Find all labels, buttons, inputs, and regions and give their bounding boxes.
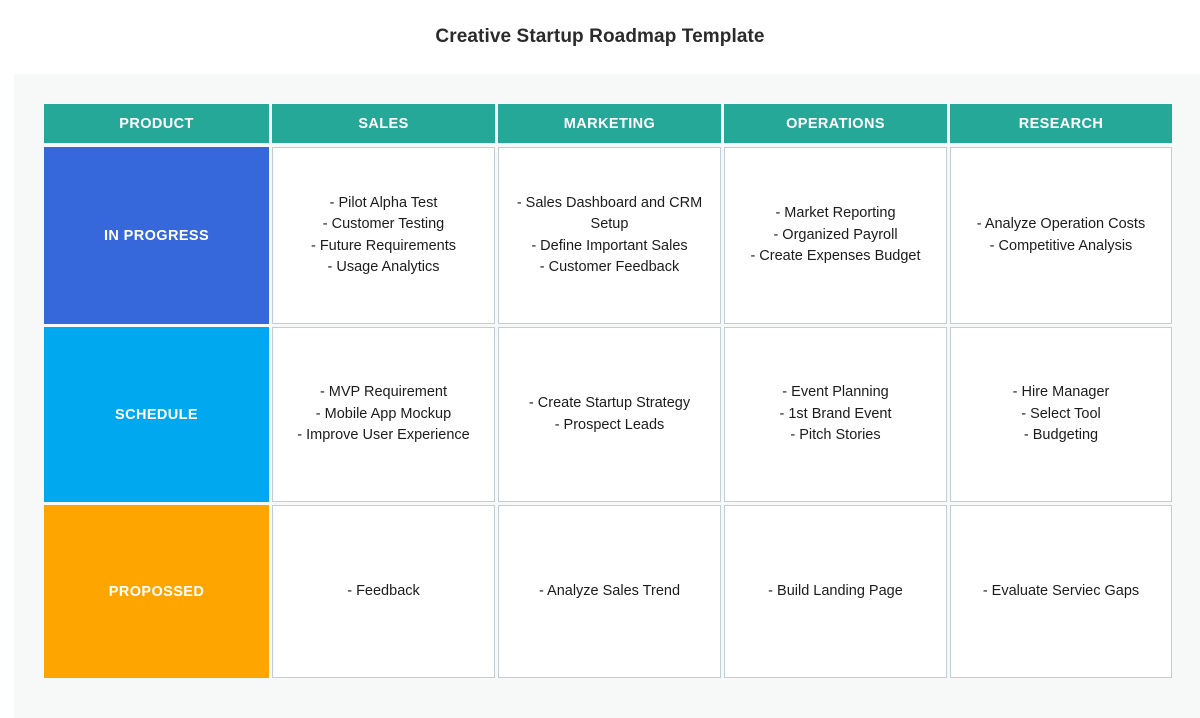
cell-line: - Hire Manager: [1012, 384, 1110, 401]
table-cell-schedule-operations[interactable]: - Event Planning - 1st Brand Event - Pitch…: [724, 327, 947, 502]
cell-line: - Customer Testing: [322, 216, 445, 233]
status-label-schedule[interactable]: SCHEDULE: [44, 327, 269, 502]
cell-line: - Pitch Stories: [790, 427, 881, 444]
cell-line: - Prospect Leads: [554, 416, 665, 433]
roadmap-panel: PRODUCT SALES MARKETING OPERATIONS RESEA…: [14, 74, 1200, 718]
table-cell-schedule-sales[interactable]: - MVP Requirement - Mobile App Mockup - Im…: [272, 327, 495, 502]
cell-line: - Sales Dashboard and CRM Setup: [516, 194, 703, 233]
cell-line: - Analyze Operation Costs: [976, 216, 1146, 233]
table-cell-in-progress-operations[interactable]: - Market Reporting - Organized Payroll - C…: [724, 147, 947, 324]
cell-line: - Define Important Sales: [531, 237, 688, 254]
cell-content: - Analyze Operation Costs - Competitive A…: [977, 214, 1145, 257]
cell-line: - Analyze Sales Trend: [538, 582, 681, 599]
cell-line: - Competitive Analysis: [989, 237, 1133, 254]
cell-line: - Pilot Alpha Test: [329, 194, 438, 211]
cell-content: - Pilot Alpha Test - Customer Testing - Fu…: [311, 193, 456, 279]
cell-content: - Sales Dashboard and CRM Setup - Define …: [507, 193, 712, 279]
cell-content: - Evaluate Serviec Gaps: [983, 581, 1139, 602]
cell-content: - Hire Manager - Select Tool - Budgeting: [1013, 382, 1110, 446]
cell-line: - MVP Requirement: [319, 384, 448, 401]
cell-content: - Create Startup Strategy - Prospect Lead…: [529, 393, 690, 436]
table-cell-propossed-operations[interactable]: - Build Landing Page: [724, 505, 947, 678]
cell-content: - Market Reporting - Organized Payroll - C…: [750, 203, 920, 267]
cell-line: - Organized Payroll: [773, 226, 898, 243]
cell-content: - Analyze Sales Trend: [539, 581, 680, 602]
column-header-sales[interactable]: SALES: [272, 104, 495, 143]
table-cell-propossed-research[interactable]: - Evaluate Serviec Gaps: [950, 505, 1172, 678]
status-label-propossed[interactable]: PROPOSSED: [44, 505, 269, 678]
cell-content: - Event Planning - 1st Brand Event - Pitch…: [779, 382, 891, 446]
column-header-operations[interactable]: OPERATIONS: [724, 104, 947, 143]
table-cell-schedule-research[interactable]: - Hire Manager - Select Tool - Budgeting: [950, 327, 1172, 502]
cell-line: - Feedback: [347, 582, 420, 599]
page-title: Creative Startup Roadmap Template: [0, 0, 1200, 74]
cell-line: - Customer Feedback: [539, 258, 680, 275]
cell-content: - Feedback: [347, 581, 420, 602]
column-header-product[interactable]: PRODUCT: [44, 104, 269, 143]
table-cell-schedule-marketing[interactable]: - Create Startup Strategy - Prospect Lead…: [498, 327, 721, 502]
cell-line: - Future Requirements: [310, 237, 457, 254]
cell-line: - Build Landing Page: [768, 582, 903, 599]
table-cell-in-progress-sales[interactable]: - Pilot Alpha Test - Customer Testing - Fu…: [272, 147, 495, 324]
cell-content: - MVP Requirement - Mobile App Mockup - Im…: [297, 382, 469, 446]
table-cell-propossed-sales[interactable]: - Feedback: [272, 505, 495, 678]
cell-line: - 1st Brand Event: [779, 405, 892, 422]
cell-line: - Mobile App Mockup: [315, 405, 452, 422]
cell-line: - Usage Analytics: [327, 258, 440, 275]
cell-line: - Select Tool: [1021, 405, 1101, 422]
table-cell-in-progress-marketing[interactable]: - Sales Dashboard and CRM Setup - Define …: [498, 147, 721, 324]
cell-line: - Evaluate Serviec Gaps: [982, 582, 1140, 599]
cell-line: - Create Startup Strategy: [528, 395, 691, 412]
cell-line: - Budgeting: [1023, 427, 1099, 444]
cell-line: - Event Planning: [782, 384, 889, 401]
roadmap-table: PRODUCT SALES MARKETING OPERATIONS RESEA…: [44, 104, 1172, 688]
table-cell-in-progress-research[interactable]: - Analyze Operation Costs - Competitive A…: [950, 147, 1172, 324]
cell-line: - Create Expenses Budget: [750, 248, 921, 265]
cell-line: - Improve User Experience: [297, 427, 470, 444]
cell-content: - Build Landing Page: [768, 581, 903, 602]
status-label-in-progress[interactable]: IN PROGRESS: [44, 147, 269, 324]
column-header-research[interactable]: RESEARCH: [950, 104, 1172, 143]
column-header-marketing[interactable]: MARKETING: [498, 104, 721, 143]
cell-line: - Market Reporting: [775, 205, 896, 222]
table-cell-propossed-marketing[interactable]: - Analyze Sales Trend: [498, 505, 721, 678]
